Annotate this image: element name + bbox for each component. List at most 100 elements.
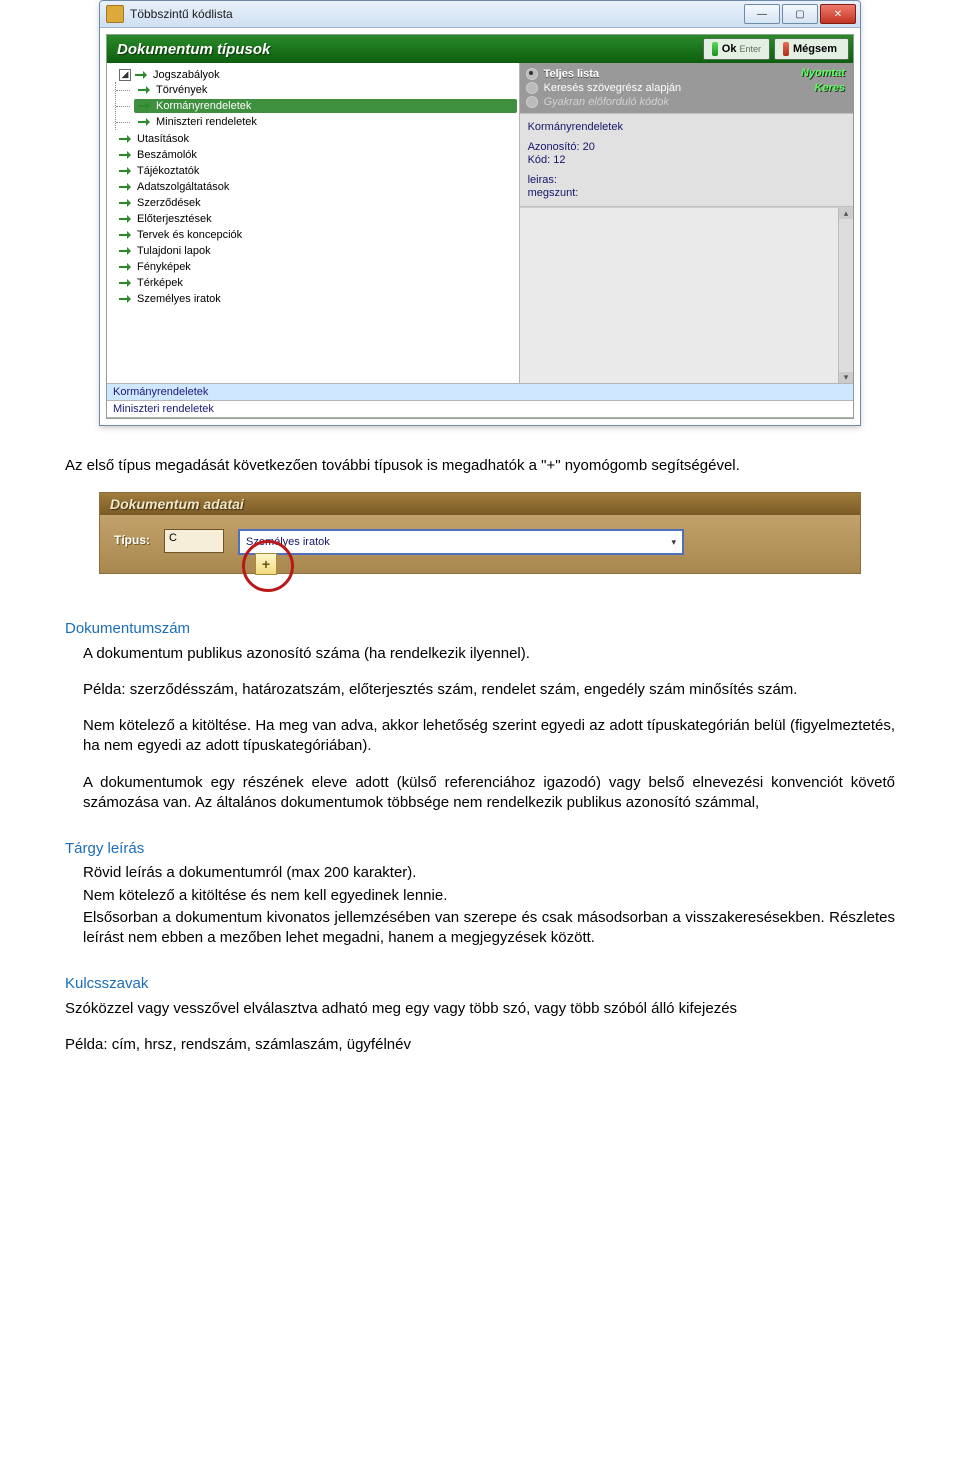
section-heading: Tárgy leírás (65, 839, 895, 859)
tree-node-root[interactable]: ◢ Jogszabályok (115, 68, 517, 82)
tree-node[interactable]: Tervek és koncepciók (115, 228, 517, 242)
ribbon-title: Dokumentum típusok (111, 41, 699, 58)
tree-label: Tulajdoni lapok (137, 245, 211, 257)
radio-full-list[interactable]: Teljes lista (526, 67, 847, 81)
arrow-right-icon (135, 70, 149, 80)
tree-node[interactable]: Adatszolgáltatások (115, 180, 517, 194)
arrow-right-icon (138, 117, 152, 127)
tree-label: Személyes iratok (137, 293, 221, 305)
type-select[interactable]: Személyes iratok ▾ (238, 529, 684, 555)
tree-node[interactable]: Tájékoztatók (115, 164, 517, 178)
paragraph: Elsősorban a dokumentum kivonatos jellem… (83, 908, 895, 949)
footer-item[interactable]: Kormányrendeletek (107, 384, 853, 401)
tree-node[interactable]: Térképek (115, 276, 517, 290)
tree-node[interactable]: Szerződések (115, 196, 517, 210)
type-label: Típus: (114, 529, 150, 547)
tree-label: Térképek (137, 277, 183, 289)
collapse-icon[interactable]: ◢ (119, 69, 131, 81)
titlebar[interactable]: Többszintű kódlista — ▢ ✕ (100, 1, 860, 28)
tree-label: Törvények (156, 84, 207, 96)
paragraph: Az első típus megadását következően tová… (65, 456, 895, 476)
tree-node[interactable]: Törvények (134, 83, 517, 97)
document-type-tree: ◢ Jogszabályok Törvények (109, 67, 517, 307)
radio-frequent-codes[interactable]: Gyakran előforduló kódok (526, 95, 847, 109)
tree-node-selected[interactable]: Kormányrendeletek (134, 99, 517, 113)
tree-pane[interactable]: ◢ Jogszabályok Törvények (107, 63, 520, 383)
tree-node[interactable]: Személyes iratok (115, 292, 517, 306)
spacer (528, 134, 845, 140)
arrow-right-icon (119, 262, 133, 272)
tree-label: Tervek és koncepciók (137, 229, 242, 241)
details-leiras: leiras: (528, 174, 845, 186)
tree-label: Adatszolgáltatások (137, 181, 229, 193)
window-title: Többszintű kódlista (130, 7, 744, 21)
tree-label: Előterjesztések (137, 213, 212, 225)
ribbon: Dokumentum típusok Ok Enter Mégsem (107, 35, 853, 63)
details-code: Kód: 12 (528, 154, 845, 166)
paragraph: Nem kötelező a kitöltése és nem kell egy… (83, 886, 895, 906)
tree-label: Szerződések (137, 197, 201, 209)
section-heading: Dokumentumszám (65, 619, 895, 639)
print-link[interactable]: Nyomtat (801, 66, 845, 81)
close-button[interactable]: ✕ (820, 4, 856, 24)
traffic-light-green-icon (712, 42, 718, 56)
tree-node[interactable]: Utasítások (115, 132, 517, 146)
arrow-right-icon (119, 166, 133, 176)
add-type-button[interactable]: + (255, 553, 277, 575)
minimize-button[interactable]: — (744, 4, 780, 24)
ok-shortcut: Enter (739, 44, 761, 54)
tree-node[interactable]: Előterjesztések (115, 212, 517, 226)
results-list[interactable] (520, 207, 853, 383)
paragraph: A dokumentum publikus azonosító száma (h… (83, 644, 895, 664)
maximize-button[interactable]: ▢ (782, 4, 818, 24)
tree-node[interactable]: Beszámolók (115, 148, 517, 162)
scrollbar[interactable] (838, 208, 853, 383)
radio-search-text[interactable]: Keresés szövegrész alapján (526, 81, 847, 95)
arrow-right-icon (119, 246, 133, 256)
footer-list: Kormányrendeletek Miniszteri rendeletek (107, 383, 853, 418)
traffic-light-red-icon (783, 42, 789, 56)
paragraph: Példa: szerződésszám, határozatszám, elő… (83, 680, 895, 700)
radio-icon (526, 68, 538, 80)
cancel-label: Mégsem (793, 43, 837, 55)
tree-node[interactable]: Tulajdoni lapok (115, 244, 517, 258)
tree-node[interactable]: Miniszteri rendeletek (134, 115, 517, 129)
ok-label: Ok (722, 43, 737, 55)
arrow-right-icon (119, 150, 133, 160)
doc-data-title: Dokumentum adatai (100, 493, 860, 515)
radio-icon (526, 82, 538, 94)
type-code-field[interactable]: C (164, 529, 224, 553)
tree-label: Tájékoztatók (137, 165, 199, 177)
arrow-right-icon (119, 198, 133, 208)
tree-label: Beszámolók (137, 149, 197, 161)
paragraph: A dokumentumok egy részének eleve adott … (83, 773, 895, 814)
paragraph: Szóközzel vagy vesszővel elválasztva adh… (65, 999, 895, 1019)
details-megszunt: megszunt: (528, 187, 845, 199)
chevron-down-icon: ▾ (671, 537, 676, 548)
radio-icon (526, 96, 538, 108)
arrow-right-icon (119, 278, 133, 288)
radio-label: Keresés szövegrész alapján (544, 82, 682, 94)
tree-node[interactable]: Fényképek (115, 260, 517, 274)
app-icon (106, 5, 124, 23)
cancel-button[interactable]: Mégsem (774, 38, 849, 60)
tree-label: Miniszteri rendeletek (156, 116, 257, 128)
arrow-right-icon (119, 214, 133, 224)
paragraph: Rövid leírás a dokumentumról (max 200 ka… (83, 863, 895, 883)
ok-button[interactable]: Ok Enter (703, 38, 770, 60)
arrow-right-icon (119, 182, 133, 192)
tree-label: Fényképek (137, 261, 191, 273)
right-pane: Teljes lista Keresés szövegrész alapján … (520, 63, 853, 383)
arrow-right-icon (138, 85, 152, 95)
type-select-value: Személyes iratok (246, 536, 330, 548)
codelist-window: Többszintű kódlista — ▢ ✕ Dokumentum típ… (99, 0, 861, 426)
spacer (528, 167, 845, 173)
tree-label: Jogszabályok (153, 69, 220, 81)
footer-item[interactable]: Miniszteri rendeletek (107, 401, 853, 418)
arrow-right-icon (119, 134, 133, 144)
search-link[interactable]: Keres (801, 81, 845, 96)
paragraph: Példa: cím, hrsz, rendszám, számlaszám, … (65, 1035, 895, 1055)
doc-data-window: Dokumentum adatai Típus: C Személyes ira… (99, 492, 861, 574)
arrow-right-icon (119, 230, 133, 240)
tree-label: Kormányrendeletek (156, 100, 251, 112)
